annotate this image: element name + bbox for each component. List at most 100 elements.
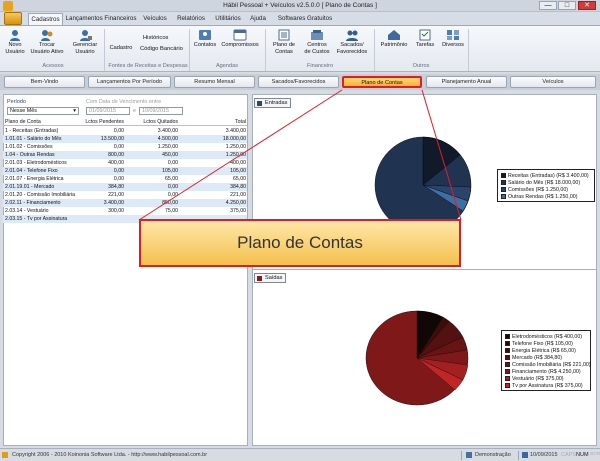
- caps-indicator: CAPS: [561, 452, 576, 458]
- legend-swatch: [505, 376, 510, 381]
- table-row[interactable]: 1.01.02 - Comissões 0,00 1.250,00 1.250,00: [3, 143, 247, 151]
- calendar-icon: [522, 452, 528, 458]
- app-status-icon: [2, 452, 8, 458]
- legend-item: Financiamento (R$ 4.250,00): [505, 369, 581, 375]
- date-separator: e: [133, 108, 136, 114]
- nav-resumo-mensal[interactable]: Resumo Mensal: [174, 76, 255, 88]
- legend-item: Telefone Fixo (R$ 105,00): [505, 341, 573, 347]
- tarefas-button[interactable]: Tarefas: [413, 29, 437, 49]
- entradas-legend: Receitas (Entradas) (R$ 3.400,00) Salári…: [497, 169, 595, 202]
- user-manage-icon: [80, 30, 92, 41]
- entradas-tag: Entradas: [254, 98, 292, 108]
- table-row[interactable]: 1 - Receitas (Entradas) 0,00 3.400,00 3.400…: [3, 127, 247, 135]
- date-to-field[interactable]: 10/09/2015: [139, 107, 183, 115]
- date-from-field[interactable]: 01/09/2015: [86, 107, 130, 115]
- panel-divider: [253, 269, 596, 270]
- table-row[interactable]: 2.02.11 - Financiamento 3.400,00 850,00 4.2…: [3, 199, 247, 207]
- legend-swatch: [505, 334, 510, 339]
- patrimonio-button[interactable]: Patrimônio: [378, 29, 410, 49]
- tab-lancamentos[interactable]: Lançamentos Financeiros: [65, 13, 137, 25]
- legend-swatch: [505, 341, 510, 346]
- close-button[interactable]: ✕: [578, 1, 596, 10]
- minimize-button[interactable]: —: [539, 1, 557, 10]
- cost-center-icon: [311, 30, 323, 40]
- table-row[interactable]: 2.01.07 - Energia Elétrica 0,00 65,00 65,00: [3, 175, 247, 183]
- periodo-select[interactable]: Nesse Mês ▾: [7, 107, 79, 115]
- table-row[interactable]: 2.03.14 - Vestuário 300,00 75,00 375,00: [3, 207, 247, 215]
- maximize-button[interactable]: □: [558, 1, 576, 10]
- saidas-pie: [365, 310, 469, 406]
- window-title: Hábil Pessoal + Veículos v2.5.0.0 [ Plan…: [223, 2, 377, 9]
- plano-contas-button[interactable]: Plano de Contas: [270, 29, 298, 55]
- group-outros: Outros: [412, 63, 430, 69]
- calendar-icon: [233, 29, 247, 41]
- group-fontes: Fontes de Receitas e Despesas: [108, 63, 188, 69]
- compromissos-button[interactable]: Compromissos: [221, 29, 259, 49]
- ribbon: Novo Usuário Trocar Usuário Ativo Gerenc…: [0, 25, 600, 72]
- legend-item: Mercado (R$ 384,80): [505, 355, 562, 361]
- legend-swatch: [505, 369, 510, 374]
- chart-accounts-icon: [278, 29, 290, 41]
- num-indicator: NUM: [576, 452, 589, 458]
- nav-veiculos[interactable]: Veículos: [510, 76, 596, 88]
- legend-item: Vestuário (R$ 375,00): [505, 376, 564, 382]
- cadastro-button[interactable]: Cadastro: [108, 29, 134, 52]
- tab-softwares[interactable]: Softwares Gratuitos: [273, 13, 337, 25]
- house-icon: [388, 30, 400, 40]
- legend-item: Outras Rendas (R$ 1.250,00): [501, 194, 578, 200]
- copyright-text: Copyright 2006 - 2010 Koinonia Software …: [12, 452, 208, 458]
- nav-bem-vindo[interactable]: Bem-Vindo: [4, 76, 85, 88]
- scrl-indicator: SCRL: [590, 452, 600, 457]
- nav-sacados[interactable]: Sacados/Favorecidos: [258, 76, 339, 88]
- status-divider: [461, 451, 462, 460]
- legend-item: Comissão Imobiliária (R$ 221,00): [505, 362, 591, 368]
- gerenciar-usuario-button[interactable]: Gerenciar Usuário: [70, 29, 100, 55]
- novo-usuario-button[interactable]: Novo Usuário: [4, 29, 26, 55]
- table-row[interactable]: 2.01.04 - Telefone Fixo 0,00 105,00 105,00: [3, 167, 247, 175]
- centros-custos-button[interactable]: Centros de Custos: [302, 29, 332, 55]
- tab-relatorios[interactable]: Relatórios: [173, 13, 209, 25]
- group-financeiro: Financeiro: [306, 63, 334, 69]
- user-add-icon: [10, 30, 20, 41]
- legend-item: Receitas (Entradas) (R$ 3.400,00): [501, 173, 589, 179]
- entradas-swatch: [257, 101, 262, 106]
- table-row[interactable]: 2.01.20 - Comissão Imobiliária 221,00 0,00…: [3, 191, 247, 199]
- trocar-usuario-button[interactable]: Trocar Usuário Ativo: [30, 29, 64, 55]
- legend-swatch: [505, 362, 510, 367]
- contatos-button[interactable]: Contatos: [192, 29, 218, 49]
- tab-utilitarios[interactable]: Utilitários: [211, 13, 245, 25]
- legend-swatch: [501, 187, 506, 192]
- table-row[interactable]: 2.01.03 - Eletrodomésticos 400,00 0,00 400,…: [3, 159, 247, 167]
- tasks-icon: [419, 29, 431, 41]
- nav-plano-contas[interactable]: Plano de Contas: [342, 76, 422, 88]
- chevron-down-icon: ▾: [73, 108, 76, 114]
- view-navbar: Bem-Vindo Lançamentos Por Período Resumo…: [0, 74, 600, 90]
- table-row[interactable]: 1.01.01 - Salário do Mês 13.500,00 4.500,0…: [3, 135, 247, 143]
- tab-veiculos[interactable]: Veículos: [139, 13, 171, 25]
- sacados-button[interactable]: Sacados/ Favorecidos: [334, 29, 370, 55]
- codigo-bancario-link[interactable]: Código Bancário: [140, 46, 183, 52]
- legend-swatch: [501, 180, 506, 185]
- ribbon-tab-strip: Cadastros Lançamentos Financeiros Veícul…: [0, 12, 600, 25]
- saidas-tag: Saídas: [254, 273, 287, 283]
- saidas-swatch: [257, 276, 262, 281]
- legend-swatch: [501, 173, 506, 178]
- app-menu-button[interactable]: [4, 12, 22, 25]
- historicos-link[interactable]: Históricos: [143, 35, 168, 41]
- vencimento-label: Com Data de Vencimento entre: [86, 99, 162, 105]
- legend-swatch: [505, 355, 510, 360]
- misc-icon: [447, 30, 459, 40]
- table-row[interactable]: 2.01.19.01 - Mercado 384,80 0,00 384,80: [3, 183, 247, 191]
- nav-lancamentos-periodo[interactable]: Lançamentos Por Período: [88, 76, 171, 88]
- status-divider: [518, 451, 519, 460]
- contacts-icon: [199, 30, 211, 40]
- group-agendas: Agendas: [215, 63, 239, 69]
- diversos-button[interactable]: Diversos: [440, 29, 466, 49]
- title-bar: Hábil Pessoal + Veículos v2.5.0.0 [ Plan…: [0, 0, 600, 12]
- mode-text: Demonstração: [475, 452, 511, 458]
- charts-area: Entradas Receitas (Entradas) (R$ 3.400,0…: [252, 94, 597, 446]
- table-row[interactable]: 1.04 - Outras Rendas 800,00 450,00 1.250,00: [3, 151, 247, 159]
- tab-ajuda[interactable]: Ajuda: [247, 13, 269, 25]
- nav-planejamento[interactable]: Planejamento Anual: [426, 76, 507, 88]
- tab-cadastros[interactable]: Cadastros: [28, 13, 63, 25]
